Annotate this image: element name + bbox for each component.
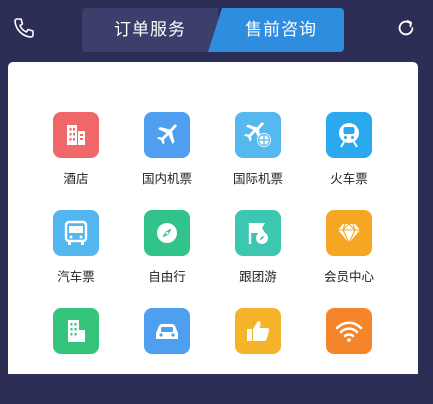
airplane-icon [144,112,190,158]
thumbs-up-icon [235,308,281,354]
service-independent-travel[interactable]: 自由行 [117,210,217,306]
car-icon [144,308,190,354]
service-car[interactable] [117,308,217,404]
intl-flight-icon [235,112,281,158]
train-icon [326,112,372,158]
tab-presale-consult[interactable]: 售前咨询 [208,8,344,52]
diamond-icon [326,210,372,256]
compass-icon [144,210,190,256]
top-bar: 订单服务 售前咨询 [0,0,433,58]
service-label: 国内机票 [141,171,192,186]
phone-icon[interactable] [12,16,36,40]
service-label: 火车票 [330,171,368,186]
refresh-icon[interactable] [395,17,417,39]
building-icon [53,308,99,354]
service-building[interactable] [26,308,126,404]
bus-icon [53,210,99,256]
service-member-center[interactable]: 会员中心 [299,210,399,306]
service-domestic-flight[interactable]: 国内机票 [117,112,217,208]
service-like[interactable] [208,308,308,404]
tab-order-service[interactable]: 订单服务 [82,8,218,52]
service-label: 会员中心 [323,269,374,284]
service-label: 酒店 [63,171,89,186]
service-wifi[interactable] [299,308,399,404]
service-hotel[interactable]: 酒店 [26,112,126,208]
service-train[interactable]: 火车票 [299,112,399,208]
service-label: 汽车票 [57,269,95,284]
service-label: 国际机票 [232,171,283,186]
tab-presale-label: 售前咨询 [245,20,317,40]
service-group-tour[interactable]: 跟团游 [208,210,308,306]
service-label: 跟团游 [239,269,277,284]
hotel-icon [53,112,99,158]
tab-bar: 订单服务 售前咨询 [82,8,344,52]
wifi-icon [326,308,372,354]
service-panel: 酒店 国内机票 国际机票 火车票 汽车票 自由行 跟团游 会员中心 [8,62,418,374]
service-intl-flight[interactable]: 国际机票 [208,112,308,208]
service-bus[interactable]: 汽车票 [26,210,126,306]
flag-compass-icon [235,210,281,256]
service-label: 自由行 [148,269,186,284]
